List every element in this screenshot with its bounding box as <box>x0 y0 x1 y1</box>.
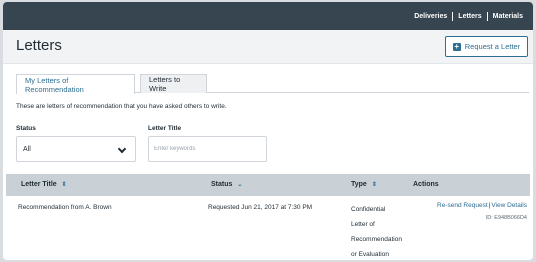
column-header-type[interactable]: Type ⇕ <box>351 181 377 188</box>
letters-page: Deliveries Letters Materials Letters + R… <box>3 2 533 260</box>
page-header: Letters + Request a Letter <box>3 30 533 64</box>
status-select[interactable]: All <box>16 136 136 162</box>
row-type: Confidential Letter of Recommendation or… <box>351 206 402 258</box>
column-header-status[interactable]: Status ⌄ <box>211 181 242 188</box>
letter-tabs: My Letters of Recommendation Letters to … <box>16 74 529 94</box>
nav-link-letters[interactable]: Letters <box>452 11 486 21</box>
plus-icon: + <box>452 41 461 51</box>
row-id: ID: E948B066D4 <box>485 215 527 221</box>
top-navigation: Deliveries Letters Materials <box>3 2 533 30</box>
view-details-link[interactable]: View Details <box>491 202 527 209</box>
row-letter-title: Recommendation from A. Brown <box>18 204 112 211</box>
sort-descending-icon: ⌄ <box>237 182 243 188</box>
table-header: Letter Title ⇕ Status ⌄ Type ⇕ Actions <box>6 174 530 196</box>
tab-letters-to-write[interactable]: Letters to Write <box>140 74 207 93</box>
page-title: Letters <box>16 37 62 54</box>
status-filter-label: Status <box>16 125 36 132</box>
letter-title-search-input[interactable] <box>148 136 267 162</box>
nav-link-materials[interactable]: Materials <box>486 11 528 21</box>
status-select-value: All <box>23 145 31 153</box>
column-header-letter-title[interactable]: Letter Title ⇕ <box>21 181 67 188</box>
row-actions: Re-send Request|View Details ID: E948B06… <box>437 202 527 221</box>
page-description: These are letters of recommendation that… <box>16 103 227 110</box>
nav-link-deliveries[interactable]: Deliveries <box>409 12 452 21</box>
resend-request-link[interactable]: Re-send Request <box>437 202 488 209</box>
request-letter-label: Request a Letter <box>464 42 521 51</box>
row-status: Requested Jun 21, 2017 at 7:30 PM <box>208 204 313 211</box>
chevron-down-icon <box>117 144 127 154</box>
sort-icon: ⇕ <box>371 182 377 188</box>
letter-title-filter-label: Letter Title <box>148 125 182 132</box>
column-header-actions: Actions <box>413 181 439 188</box>
sort-icon: ⇕ <box>61 182 67 188</box>
tab-my-letters[interactable]: My Letters of Recommendation <box>16 74 135 94</box>
request-letter-button[interactable]: + Request a Letter <box>445 36 528 57</box>
